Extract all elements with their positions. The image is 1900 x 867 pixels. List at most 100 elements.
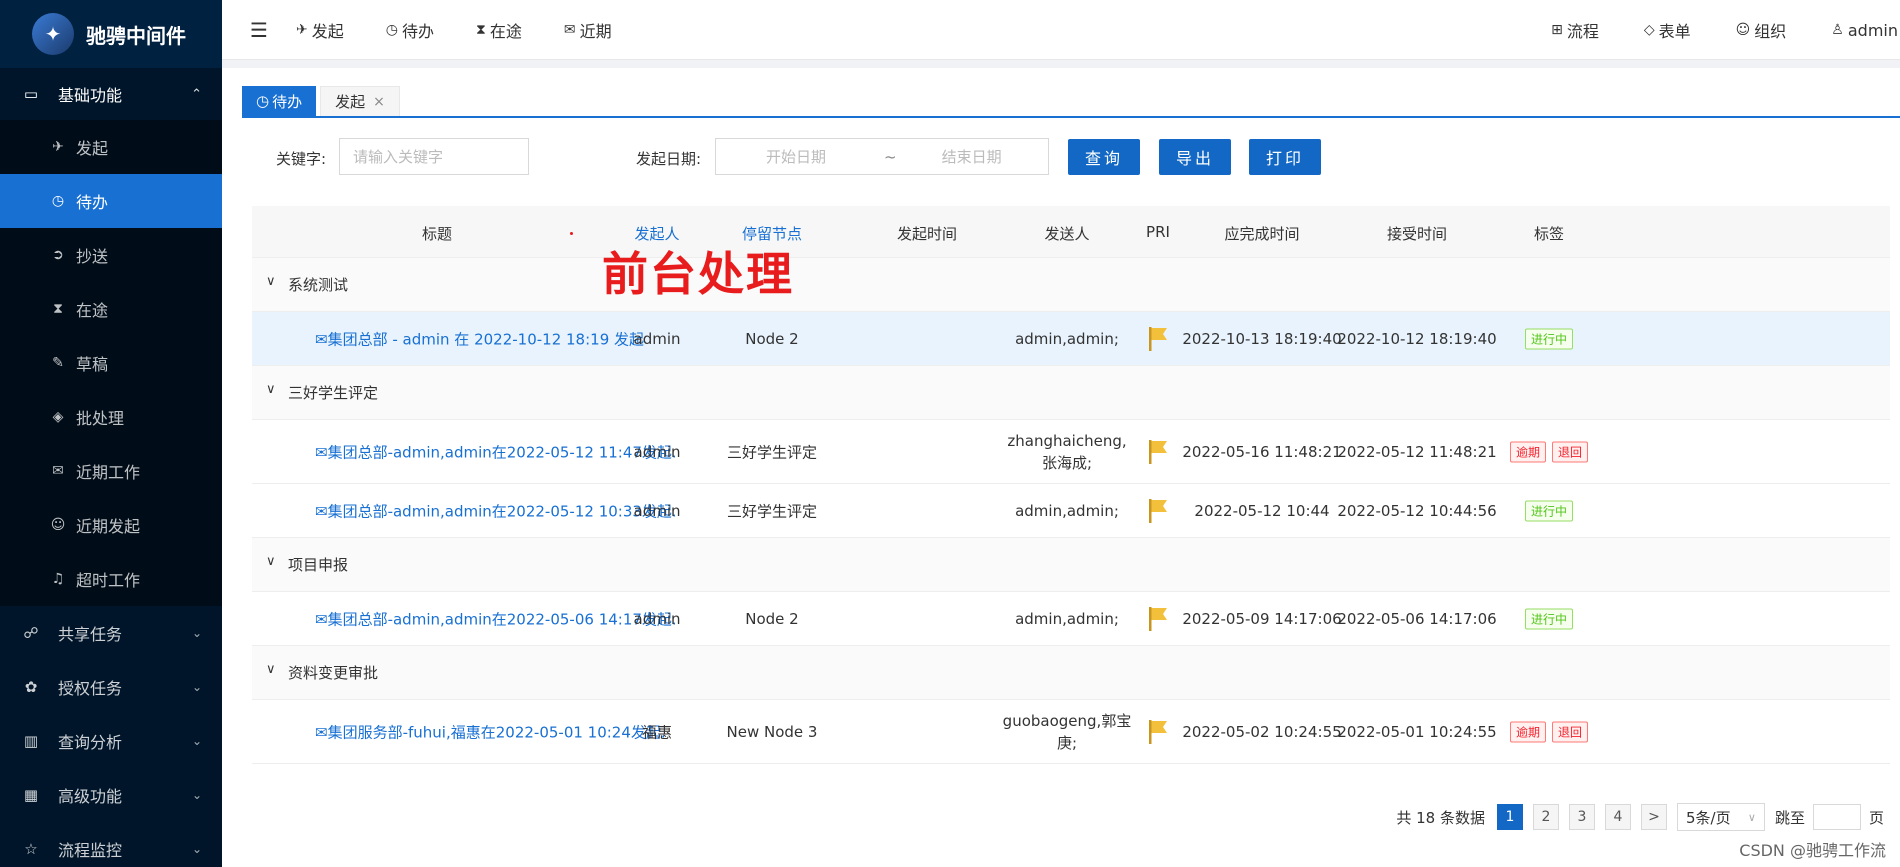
top-right-nav-label: 表单	[1658, 22, 1691, 41]
due-time-cell: 2022-05-16 11:48:21	[1182, 442, 1342, 461]
app-title: 驰骋中间件	[86, 23, 186, 48]
column-header: 发起时间	[896, 225, 958, 243]
sidebar-item[interactable]: ✈ 发起	[0, 120, 222, 174]
page-number-button[interactable]: 4	[1604, 804, 1631, 830]
row-title-link[interactable]: ✉集团服务部-fuhui,福惠在2022-05-01 10:24发起.	[315, 721, 666, 742]
sidebar-item-icon: ◈	[52, 409, 64, 425]
sidebar-item-icon: ♫	[51, 571, 65, 587]
sidebar-item[interactable]: ♫ 超时工作	[0, 552, 222, 606]
sidebar-item[interactable]: ◈ 批处理	[0, 390, 222, 444]
chevron-down-icon: ⌄	[191, 734, 202, 748]
top-right-nav-item[interactable]: ⊞ 流程	[1551, 18, 1599, 42]
sidebar-group-icon: ▦	[23, 786, 39, 804]
sender-cell: admin,admin;	[1015, 329, 1119, 348]
top-nav-item[interactable]: ◷ 待办	[386, 18, 434, 42]
chevron-down-icon[interactable]: ∨	[266, 382, 276, 397]
top-nav-label: 发起	[311, 21, 344, 41]
table-row[interactable]: ✉集团总部-admin,admin在2022-05-12 11:47发起. adm…	[252, 420, 1890, 484]
close-icon[interactable]: ×	[373, 94, 385, 110]
tag-group: 进行中	[1524, 500, 1574, 521]
starter-cell: admin	[633, 442, 681, 461]
sidebar-group-basic[interactable]: ▭ 基础功能 ⌃	[0, 68, 222, 120]
next-page-button[interactable]: >	[1640, 804, 1667, 830]
sidebar-submenu: ✈ 发起 ◷ 待办 ➲ 抄送 ⧗ 在途 ✎ 草稿 ◈ 批处理 ✉ 近期工作 ☺ 近期发起 ♫ 超时工作	[0, 120, 222, 606]
table-row[interactable]: ✉集团总部-admin,admin在2022-05-12 10:33发起. adm…	[252, 484, 1890, 538]
top-right-nav-item[interactable]: ◇ 表单	[1644, 18, 1691, 42]
group-row[interactable]: ∨ 三好学生评定	[252, 366, 1890, 420]
row-title-link[interactable]: ✉集团总部-admin,admin在2022-05-12 10:33发起.	[315, 500, 677, 521]
sidebar-group[interactable]: ☆ 流程监控 ⌄	[0, 822, 222, 867]
print-button[interactable]: 打印	[1249, 139, 1321, 175]
column-header: 标题	[421, 225, 453, 243]
top-right-nav-item[interactable]: ☺ 组织	[1736, 18, 1787, 42]
sidebar-item[interactable]: ✉ 近期工作	[0, 444, 222, 498]
sender-cell: admin,admin;	[1015, 609, 1119, 628]
end-date-field[interactable]: 结束日期	[942, 146, 1002, 167]
sidebar-group[interactable]: ▦ 高级功能 ⌄	[0, 768, 222, 822]
page-numbers: 1234	[1496, 804, 1641, 830]
node-cell: 三好学生评定	[726, 502, 818, 520]
starter-cell: admin	[633, 609, 681, 628]
start-date-field[interactable]: 开始日期	[766, 146, 826, 167]
sidebar-group-icon: ✿	[24, 678, 38, 696]
keyword-input[interactable]: 请输入关键字	[339, 138, 529, 175]
top-nav-icon: ◷	[385, 21, 398, 38]
date-range-input[interactable]: 开始日期 ~ 结束日期	[715, 138, 1049, 175]
sidebar-item[interactable]: ☺ 近期发起	[0, 498, 222, 552]
column-header: 接受时间	[1386, 225, 1448, 243]
group-title: 三好学生评定	[288, 384, 379, 402]
top-right-nav-item[interactable]: ♙ admin	[1831, 21, 1898, 40]
tag-group: 逾期 退回	[1509, 721, 1589, 742]
tab[interactable]: 发起 ×	[320, 86, 400, 116]
top-right-nav: ⊞ 流程 ◇ 表单 ☺ 组织 ♙ admin	[1506, 0, 1898, 60]
sidebar-item[interactable]: ◷ 待办	[0, 174, 222, 228]
date-tilde: ~	[884, 147, 897, 166]
sidebar-group-label: 高级功能	[58, 787, 123, 806]
sidebar-group[interactable]: ☍ 共享任务 ⌄	[0, 606, 222, 660]
jump-label: 跳至	[1774, 808, 1805, 827]
node-cell: 三好学生评定	[726, 443, 818, 461]
row-title-link[interactable]: ✉集团总部 - admin 在 2022-10-12 18:19 发起	[315, 328, 644, 349]
sidebar-item[interactable]: ✎ 草稿	[0, 336, 222, 390]
sidebar-group[interactable]: ▥ 查询分析 ⌄	[0, 714, 222, 768]
table-header: 标题 发起人 停留节点 发起时间 发送人 PRI 应完成时间 接受时间 标签	[252, 206, 1890, 258]
app-logo[interactable]: ✦ 驰骋中间件	[0, 0, 222, 68]
top-nav-icon: ⧗	[475, 21, 486, 38]
sidebar-item[interactable]: ➲ 抄送	[0, 228, 222, 282]
jump-page-input[interactable]	[1812, 804, 1861, 830]
page-number-button[interactable]: 2	[1532, 804, 1559, 830]
group-row[interactable]: ∨ 系统测试	[252, 258, 1890, 312]
row-title-link[interactable]: ✉集团总部-admin,admin在2022-05-06 14:17发起.	[315, 608, 677, 629]
page-number-button[interactable]: 3	[1568, 804, 1595, 830]
table-row[interactable]: ✉集团服务部-fuhui,福惠在2022-05-01 10:24发起. 福惠 New…	[252, 700, 1890, 764]
sidebar-item[interactable]: ⧗ 在途	[0, 282, 222, 336]
page-number-button[interactable]: 1	[1496, 804, 1523, 830]
export-button[interactable]: 导出	[1159, 139, 1231, 175]
top-nav-item[interactable]: ✈ 发起	[296, 18, 344, 42]
table-row[interactable]: ✉集团总部-admin,admin在2022-05-06 14:17发起. adm…	[252, 592, 1890, 646]
sidebar-group[interactable]: ✿ 授权任务 ⌄	[0, 660, 222, 714]
received-time-cell: 2022-05-12 11:48:21	[1337, 442, 1497, 461]
sidebar-item-label: 发起	[76, 139, 109, 158]
top-nav-item[interactable]: ⧗ 在途	[476, 18, 522, 42]
chevron-down-icon[interactable]: ∨	[266, 274, 276, 289]
sidebar-item-label: 在途	[76, 301, 109, 320]
table-row[interactable]: ✉集团总部 - admin 在 2022-10-12 18:19 发起 admin…	[252, 312, 1890, 366]
menu-toggle-icon[interactable]: ☰	[222, 18, 296, 42]
top-nav-item[interactable]: ✉ 近期	[564, 18, 612, 42]
group-row[interactable]: ∨ 项目申报	[252, 538, 1890, 592]
group-row[interactable]: ∨ 资料变更审批	[252, 646, 1890, 700]
row-title-link[interactable]: ✉集团总部-admin,admin在2022-05-12 11:47发起.	[315, 441, 677, 462]
chevron-down-icon[interactable]: ∨	[266, 662, 276, 677]
page-size-label: 5条/页	[1685, 808, 1731, 827]
sidebar-item-label: 批处理	[76, 409, 125, 428]
query-button[interactable]: 查询	[1068, 139, 1140, 175]
sidebar-item-icon: ➲	[52, 247, 64, 263]
tab[interactable]: ◷ 待办	[242, 86, 317, 116]
mail-icon: ✉	[315, 443, 328, 461]
page-size-select[interactable]: 5条/页 ∨	[1676, 803, 1765, 831]
chevron-down-icon[interactable]: ∨	[266, 554, 276, 569]
decorative-dot	[570, 232, 573, 235]
overlay-title: 前台处理	[602, 247, 794, 301]
credit-watermark: CSDN @驰骋工作流	[1739, 841, 1886, 860]
